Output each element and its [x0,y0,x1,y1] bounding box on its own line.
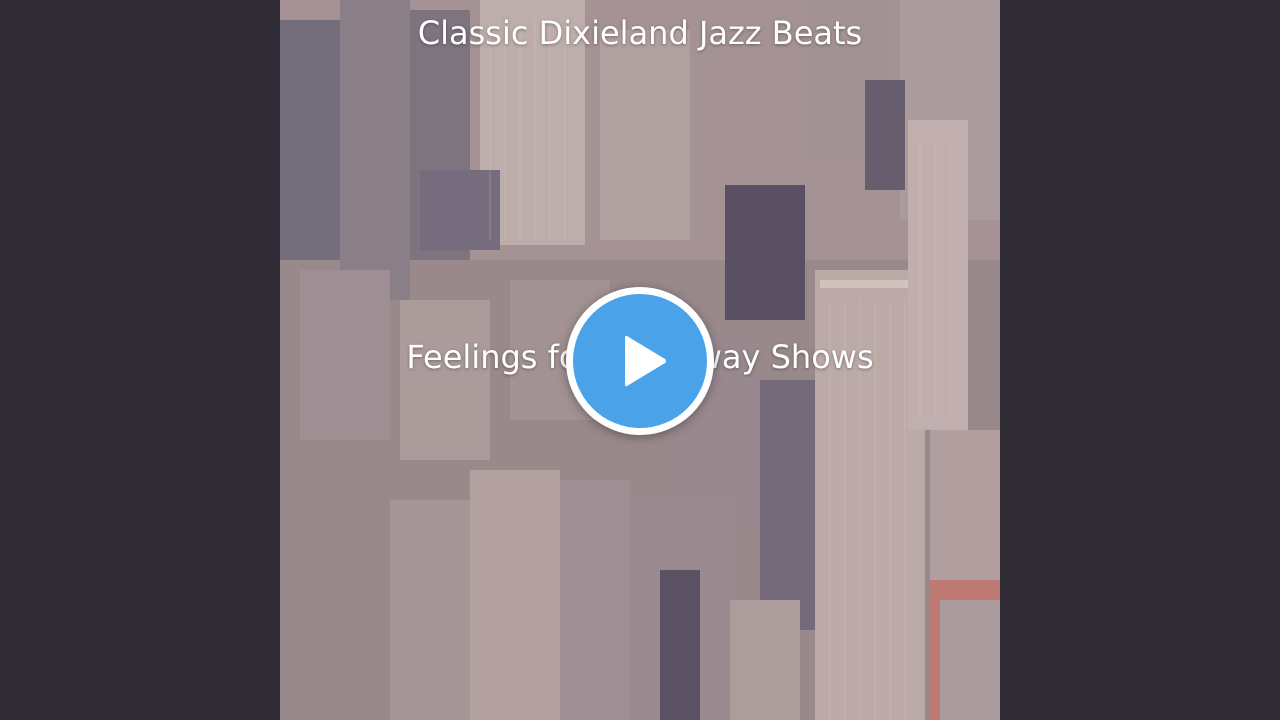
play-button-face[interactable] [573,294,707,428]
video-player[interactable]: Classic Dixieland Jazz Beats Feelings fo… [0,0,1280,720]
play-icon [625,335,666,387]
album-title: Classic Dixieland Jazz Beats [417,14,863,52]
play-button[interactable] [566,287,714,435]
